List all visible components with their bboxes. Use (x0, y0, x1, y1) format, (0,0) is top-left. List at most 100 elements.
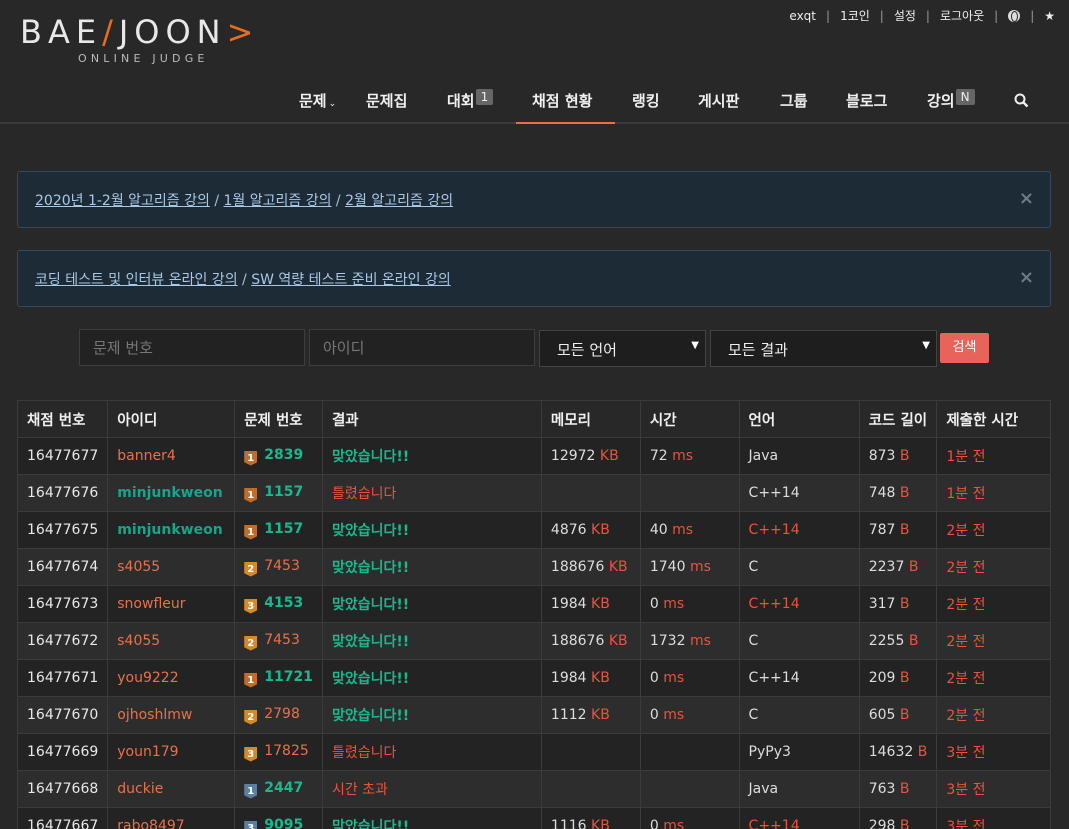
nav-status[interactable]: 채점 현황 (516, 80, 615, 124)
language-link[interactable]: C++14 (749, 818, 800, 829)
tier-icon: 1 (244, 524, 258, 540)
globe-icon[interactable] (1008, 9, 1021, 22)
language-link[interactable]: C (749, 559, 759, 575)
search-button[interactable]: 검색 (940, 333, 989, 363)
submitted-time[interactable]: 2분 전 (946, 523, 985, 539)
memory-unit: KB (591, 522, 610, 538)
username-link[interactable]: exqt (789, 9, 816, 23)
user-id-input[interactable] (309, 329, 535, 366)
time-unit: ms (672, 522, 694, 538)
user-link[interactable]: minjunkweon (117, 522, 222, 538)
user-link[interactable]: s4055 (117, 559, 160, 575)
code-length-cell: 873 B (858, 437, 938, 475)
time-value: 72 (649, 448, 668, 464)
user-link[interactable]: you9222 (117, 670, 178, 686)
user-link[interactable]: banner4 (117, 448, 176, 464)
code-length-value: 14632 (868, 744, 914, 760)
coin-link[interactable]: 1코인 (840, 7, 870, 24)
alert-link[interactable]: 코딩 테스트 및 인터뷰 온라인 강의 (35, 272, 238, 288)
problem-link[interactable]: 3 4153 (244, 595, 303, 614)
submitted-time[interactable]: 2분 전 (946, 634, 985, 650)
user-link[interactable]: youn179 (117, 744, 178, 760)
code-length-value: 763 (868, 781, 896, 797)
submitted-time[interactable]: 2분 전 (946, 560, 985, 576)
submitted-time[interactable]: 3분 전 (946, 819, 985, 829)
nav-problems[interactable]: 문제 ⌄ (299, 80, 336, 124)
nav-blog[interactable]: 블로그 (846, 80, 887, 124)
language-link[interactable]: C (749, 707, 759, 723)
nav-ranking[interactable]: 랭킹 (632, 80, 660, 124)
language-link[interactable]: C++14 (749, 522, 800, 538)
problem-link[interactable]: 1 2447 (244, 780, 303, 799)
result-select[interactable]: 모든 결과 ▼ (710, 330, 937, 367)
code-length-unit: B (908, 559, 919, 575)
language-link[interactable]: C++14 (749, 670, 800, 686)
close-icon[interactable]: × (1019, 188, 1034, 209)
nav-board[interactable]: 게시판 (698, 80, 739, 124)
user-link[interactable]: rabo8497 (117, 818, 184, 829)
nav-contests[interactable]: 대회 1 (447, 80, 494, 124)
column-header: 코드 길이 (858, 400, 938, 438)
problem-link[interactable]: 2 7453 (244, 632, 300, 651)
problem-link[interactable]: 1 1157 (244, 521, 303, 540)
nav-lectures[interactable]: 강의 N (927, 80, 975, 124)
time-cell: 0 ms (639, 696, 740, 734)
submitted-time-cell: 1분 전 (936, 437, 1051, 475)
submitted-time[interactable]: 2분 전 (946, 671, 985, 687)
user-link[interactable]: s4055 (117, 633, 160, 649)
submission-id: 16477674 (16, 548, 109, 586)
nav-problem-sets[interactable]: 문제집 (366, 80, 407, 124)
submitted-time[interactable]: 3분 전 (946, 782, 985, 798)
site-logo[interactable]: BAE/JOON> ONLINE JUDGE (20, 14, 259, 65)
language-select[interactable]: 모든 언어 ▼ (539, 330, 706, 367)
language-link[interactable]: Java (749, 448, 779, 464)
logout-link[interactable]: 로그아웃 (940, 7, 984, 24)
problem-link[interactable]: 1 2839 (244, 447, 303, 466)
result-text: 맞았습니다!! (331, 671, 410, 687)
alert-link[interactable]: 1월 알고리즘 강의 (224, 193, 332, 209)
nav-groups[interactable]: 그룹 (780, 80, 808, 124)
table-row: 16477671 you9222 1 11721 맞았습니다!! 1984 KB … (16, 659, 1051, 697)
search-icon[interactable] (1014, 80, 1029, 124)
problem-cell: 3 9095 (234, 807, 323, 829)
close-icon[interactable]: × (1019, 267, 1034, 288)
alert-link[interactable]: 2020년 1-2월 알고리즘 강의 (35, 193, 210, 209)
memory-cell: 1984 KB (540, 659, 641, 697)
problem-cell: 3 17825 (234, 733, 323, 771)
problem-id-input[interactable] (79, 329, 305, 366)
problem-link[interactable]: 1 11721 (244, 668, 313, 688)
problem-number: 17825 (264, 742, 309, 759)
problem-link[interactable]: 2 7453 (244, 558, 300, 577)
user-link[interactable]: duckie (117, 781, 163, 797)
submitted-time[interactable]: 1분 전 (946, 486, 985, 502)
language-link[interactable]: C (749, 633, 759, 649)
problem-link[interactable]: 3 9095 (244, 817, 303, 829)
submitted-time[interactable]: 1분 전 (946, 449, 985, 465)
problem-number: 1157 (264, 483, 304, 500)
language-link[interactable]: C++14 (749, 485, 800, 501)
problem-link[interactable]: 3 17825 (244, 742, 309, 762)
problem-number: 11721 (264, 668, 313, 685)
language-link[interactable]: Java (749, 781, 779, 797)
column-header: 문제 번호 (234, 400, 323, 438)
language-cell: PyPy3 (738, 733, 860, 771)
submitted-time[interactable]: 2분 전 (946, 597, 985, 613)
alert-link[interactable]: SW 역량 테스트 준비 온라인 강의 (251, 272, 451, 288)
submitted-time[interactable]: 3분 전 (946, 745, 985, 761)
time-unit: ms (689, 633, 711, 649)
settings-link[interactable]: 설정 (894, 7, 916, 24)
user-link[interactable]: snowfleur (117, 596, 185, 612)
star-icon[interactable]: ★ (1044, 9, 1055, 23)
problem-cell: 1 1157 (234, 511, 323, 549)
submitted-time[interactable]: 2분 전 (946, 708, 985, 724)
column-header: 메모리 (540, 400, 641, 438)
problem-link[interactable]: 1 1157 (244, 483, 304, 503)
problem-link[interactable]: 2 2798 (244, 706, 300, 725)
user-link[interactable]: minjunkweon (117, 485, 222, 501)
language-link[interactable]: C++14 (749, 596, 800, 612)
alert-link[interactable]: 2월 알고리즘 강의 (345, 193, 453, 209)
language-link[interactable]: PyPy3 (749, 744, 791, 760)
code-length-unit: B (917, 744, 928, 760)
user-link[interactable]: ojhoshlmw (117, 707, 192, 723)
memory-value: 188676 (550, 633, 605, 649)
